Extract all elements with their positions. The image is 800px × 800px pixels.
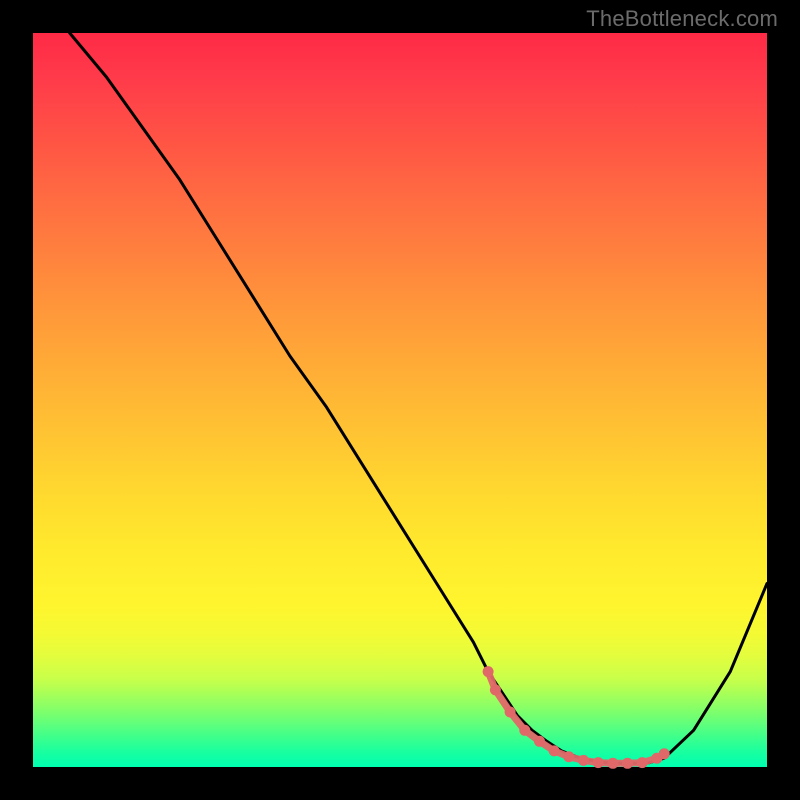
highlight-dot (659, 748, 670, 759)
highlight-dot (490, 684, 501, 695)
highlight-dot (534, 736, 545, 747)
chart-frame: TheBottleneck.com (0, 0, 800, 800)
highlight-dot (578, 755, 589, 766)
highlight-dot (593, 757, 604, 768)
highlight-dot (549, 745, 560, 756)
highlight-segment (488, 672, 664, 764)
chart-svg (0, 0, 800, 800)
highlight-dot (505, 707, 516, 718)
highlight-dots (483, 666, 670, 769)
highlight-dot (607, 758, 618, 769)
highlight-dot (622, 758, 633, 769)
highlight-dot (519, 725, 530, 736)
bottleneck-curve (70, 33, 767, 763)
highlight-dot (483, 666, 494, 677)
highlight-dot (637, 757, 648, 768)
highlight-dot (563, 751, 574, 762)
curve-layer (70, 33, 767, 769)
